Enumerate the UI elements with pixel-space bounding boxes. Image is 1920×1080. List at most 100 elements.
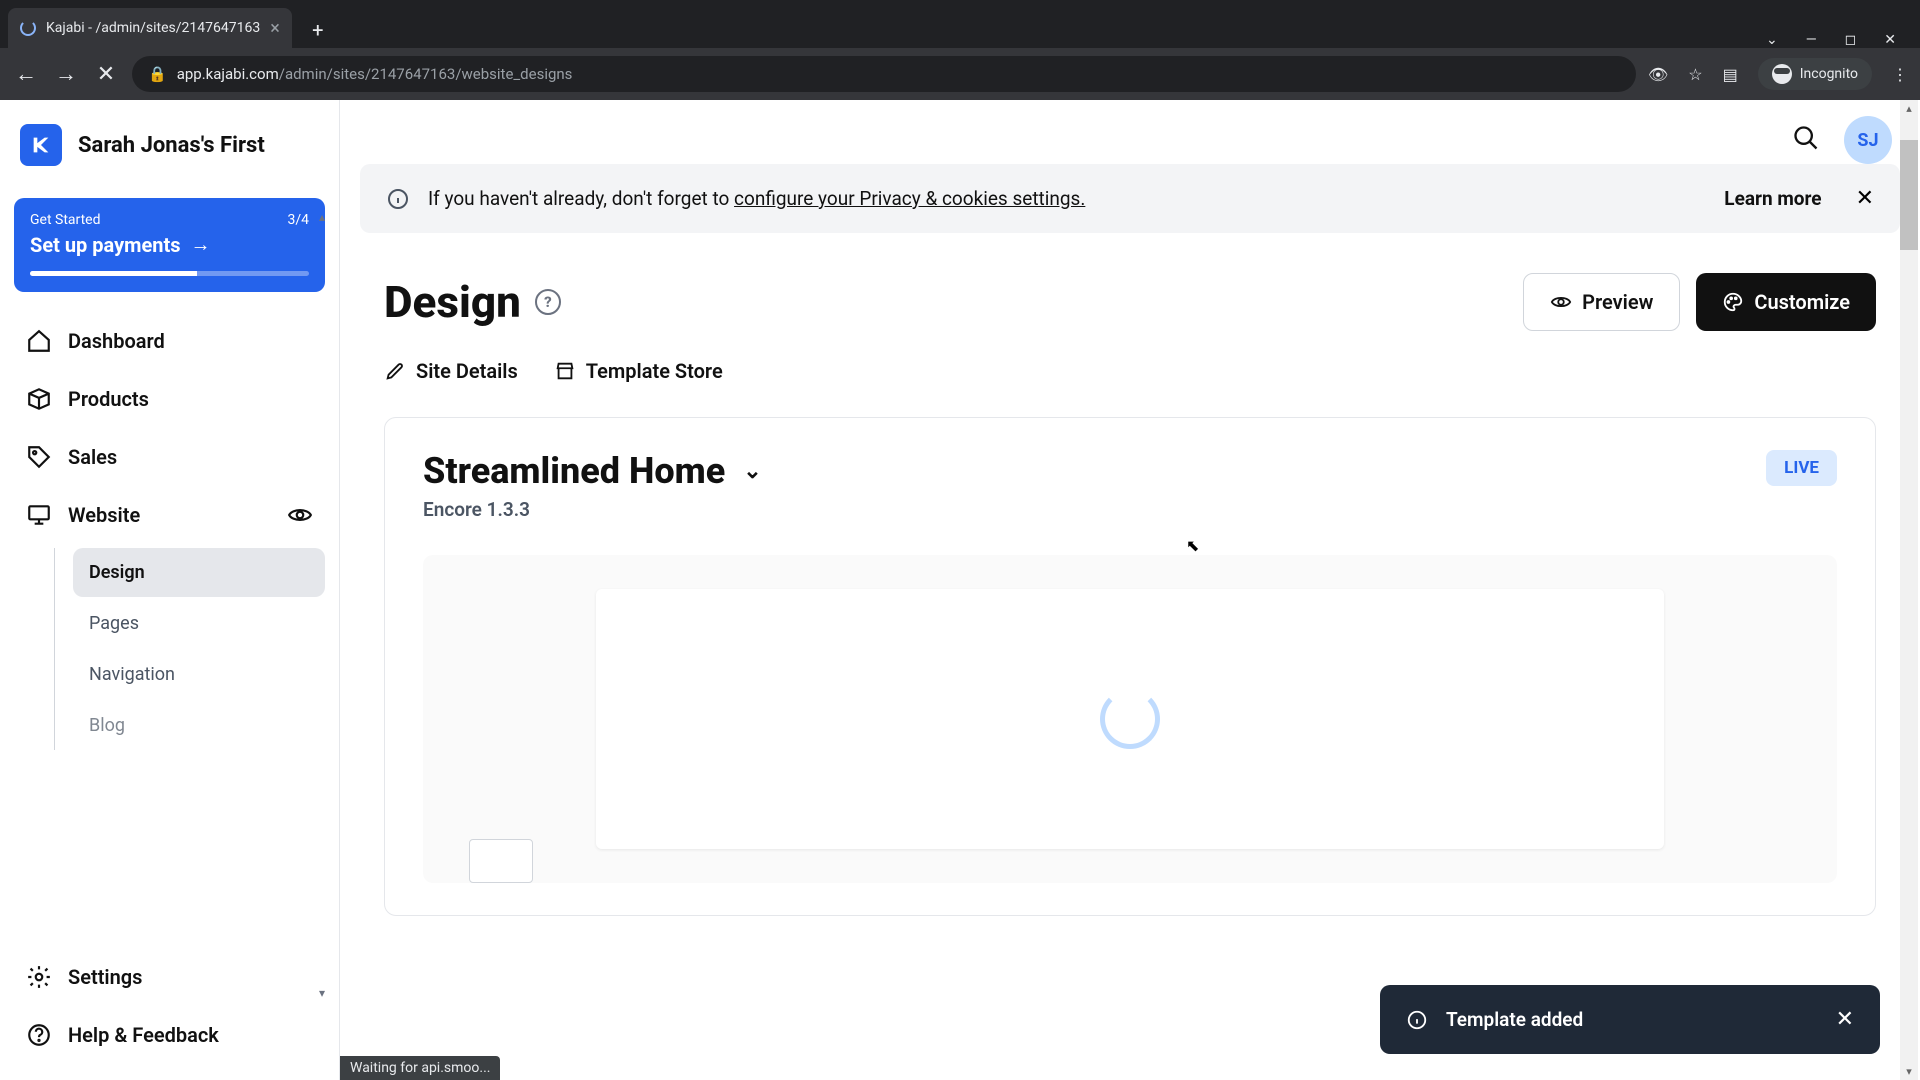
gs-action-label: Set up payments	[30, 233, 181, 257]
palette-icon	[1722, 291, 1744, 313]
banner-close-icon[interactable]: ✕	[1856, 186, 1874, 211]
incognito-label: Incognito	[1800, 66, 1858, 82]
browser-menu-icon[interactable]: ⋮	[1892, 65, 1908, 84]
address-bar[interactable]: 🔒 app.kajabi.com/admin/sites/2147647163/…	[132, 56, 1636, 92]
nav-sales[interactable]: Sales	[14, 428, 325, 486]
theme-preview-area	[423, 555, 1837, 883]
site-details-label: Site Details	[416, 359, 518, 383]
arrow-right-icon: →	[191, 232, 211, 257]
theme-name: Streamlined Home	[423, 450, 725, 492]
reading-list-icon[interactable]: ▤	[1723, 65, 1738, 84]
subnav-design[interactable]: Design	[73, 548, 325, 597]
tag-icon	[26, 444, 52, 470]
live-badge: LIVE	[1766, 450, 1837, 486]
toast-close-icon[interactable]: ✕	[1836, 1007, 1854, 1032]
template-store-link[interactable]: Template Store	[554, 359, 723, 383]
privacy-banner: If you haven't already, don't forget to …	[360, 164, 1900, 233]
bookmark-star-icon[interactable]: ☆	[1688, 65, 1702, 84]
subnav-blog[interactable]: Blog	[73, 701, 325, 750]
chevron-down-icon[interactable]: ⌄	[743, 459, 761, 484]
nav-products-label: Products	[68, 387, 149, 411]
browser-tab[interactable]: Kajabi - /admin/sites/2147647163 ×	[8, 8, 292, 48]
nav-help-label: Help & Feedback	[68, 1023, 219, 1047]
page-help-icon[interactable]: ?	[535, 289, 561, 315]
banner-link[interactable]: configure your Privacy & cookies setting…	[734, 187, 1085, 210]
nav-sales-label: Sales	[68, 445, 117, 469]
lock-icon: 🔒	[148, 65, 167, 83]
sidebar-scrollbar[interactable]: ▴ ▾	[319, 210, 335, 1000]
theme-version: Encore 1.3.3	[423, 498, 762, 521]
search-icon	[1792, 124, 1820, 152]
subnav-navigation[interactable]: Navigation	[73, 650, 325, 699]
new-tab-button[interactable]: +	[300, 12, 336, 48]
window-close-icon[interactable]: ✕	[1884, 32, 1896, 48]
tab-loading-spinner-icon	[20, 20, 36, 36]
scroll-up-arrow-icon[interactable]: ▴	[319, 210, 335, 224]
kajabi-logo-icon[interactable]	[20, 124, 62, 166]
eye-icon	[1550, 291, 1572, 313]
preview-button[interactable]: Preview	[1523, 273, 1680, 331]
nav-dashboard[interactable]: Dashboard	[14, 312, 325, 370]
site-details-link[interactable]: Site Details	[384, 359, 518, 383]
info-icon	[1406, 1009, 1428, 1031]
page-title: Design	[384, 276, 521, 328]
nav-settings-label: Settings	[68, 965, 142, 989]
site-name: Sarah Jonas's First	[78, 133, 265, 158]
nav-website-label: Website	[68, 503, 140, 527]
gs-title: Get Started	[30, 212, 101, 228]
gear-icon	[26, 964, 52, 990]
window-minimize-icon[interactable]: —	[1806, 32, 1817, 48]
page-scrollbar[interactable]: ▴ ▾	[1900, 100, 1918, 1080]
main-content: SJ If you haven't already, don't forget …	[340, 100, 1920, 1080]
scroll-down-arrow-icon[interactable]: ▾	[319, 986, 335, 1000]
preview-label: Preview	[1582, 290, 1653, 314]
home-icon	[26, 328, 52, 354]
scroll-up-arrow-icon[interactable]: ▴	[1900, 102, 1918, 115]
nav-back-icon[interactable]: ←	[12, 61, 40, 87]
customize-button[interactable]: Customize	[1696, 273, 1876, 331]
preview-frame	[596, 589, 1663, 849]
tab-close-icon[interactable]: ×	[270, 18, 280, 39]
status-text: Waiting for api.smoo...	[350, 1060, 490, 1076]
search-button[interactable]	[1792, 124, 1820, 156]
eye-icon[interactable]	[287, 502, 313, 528]
nav-forward-icon[interactable]: →	[52, 61, 80, 87]
tab-title: Kajabi - /admin/sites/2147647163	[46, 20, 260, 36]
pencil-icon	[384, 360, 406, 382]
incognito-badge[interactable]: Incognito	[1758, 58, 1872, 90]
nav-products[interactable]: Products	[14, 370, 325, 428]
window-maximize-icon[interactable]: ◻	[1845, 32, 1857, 48]
nav-stop-icon[interactable]: ✕	[92, 62, 120, 87]
template-store-label: Template Store	[586, 359, 723, 383]
nav-help[interactable]: Help & Feedback	[14, 1006, 325, 1064]
theme-card: Streamlined Home ⌄ Encore 1.3.3 LIVE	[384, 417, 1876, 916]
subnav-pages[interactable]: Pages	[73, 599, 325, 648]
gs-progress-text: 3/4	[287, 212, 309, 228]
nav-settings[interactable]: Settings	[14, 948, 325, 1006]
info-icon	[386, 187, 410, 211]
tab-search-chevron-icon[interactable]: ⌄	[1766, 32, 1778, 48]
avatar-initials: SJ	[1857, 130, 1878, 151]
banner-text-prefix: If you haven't already, don't forget to	[428, 187, 734, 210]
loading-spinner-icon	[1100, 689, 1160, 749]
gs-progress-bar	[30, 271, 309, 276]
box-icon	[26, 386, 52, 412]
user-avatar[interactable]: SJ	[1844, 116, 1892, 164]
sidebar: Sarah Jonas's First Get Started 3/4 Set …	[0, 100, 340, 1080]
get-started-card[interactable]: Get Started 3/4 Set up payments →	[14, 198, 325, 292]
nav-website[interactable]: Website	[14, 486, 325, 544]
toast-notification: Template added ✕	[1380, 985, 1880, 1054]
incognito-icon	[1772, 64, 1792, 84]
banner-learn-more[interactable]: Learn more	[1724, 187, 1821, 210]
tracking-blocked-icon[interactable]: 👁	[1648, 65, 1668, 84]
url-domain: app.kajabi.com	[177, 65, 279, 83]
scroll-down-arrow-icon[interactable]: ▾	[1900, 1065, 1918, 1078]
nav-dashboard-label: Dashboard	[68, 329, 165, 353]
monitor-icon	[26, 502, 52, 528]
help-circle-icon	[26, 1022, 52, 1048]
customize-label: Customize	[1754, 290, 1850, 314]
scroll-thumb[interactable]	[1900, 140, 1918, 250]
store-icon	[554, 360, 576, 382]
url-path: /admin/sites/2147647163/website_designs	[279, 65, 573, 83]
thumbnail-placeholder[interactable]	[469, 839, 533, 883]
